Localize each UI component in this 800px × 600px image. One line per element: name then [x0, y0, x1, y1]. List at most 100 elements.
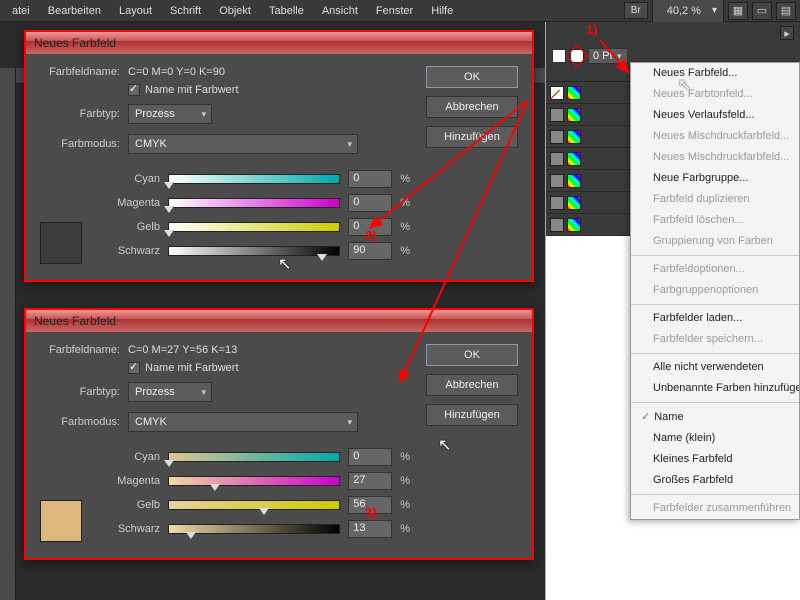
flyout-item[interactable]: Neue Farbgruppe...: [631, 168, 799, 189]
add-button[interactable]: Hinzufügen: [426, 126, 518, 148]
color-mode-label: Farbmodus:: [40, 138, 120, 150]
magenta-slider[interactable]: [168, 198, 340, 208]
flyout-item: Farbfeldoptionen...: [631, 259, 799, 280]
new-swatch-dialog-1: Neues Farbfeld Farbfeldname:C=0 M=0 Y=0 …: [24, 30, 534, 282]
color-mode-label: Farbmodus:: [40, 416, 120, 428]
flyout-item: Farbfeld löschen...: [631, 210, 799, 231]
color-mode-select[interactable]: CMYK: [128, 134, 358, 154]
swatch-row[interactable]: [546, 170, 632, 192]
menu-tabelle[interactable]: Tabelle: [261, 2, 312, 20]
flyout-item: Farbfelder zusammenführen: [631, 498, 799, 519]
panel-flyout-icon[interactable]: ▸: [780, 26, 794, 40]
cyan-slider[interactable]: [168, 174, 340, 184]
flyout-item: Gruppierung von Farben: [631, 231, 799, 252]
color-type-value: Prozess: [135, 108, 175, 120]
cyan-input[interactable]: 0: [348, 170, 392, 188]
magenta-input[interactable]: 0: [348, 194, 392, 212]
cmyk-icon: [567, 218, 581, 232]
swatch-row[interactable]: [546, 192, 632, 214]
yellow-slider[interactable]: [168, 222, 340, 232]
cmyk-icon: [567, 196, 581, 210]
name-with-value-checkbox[interactable]: Name mit Farbwert: [128, 84, 410, 96]
menu-schrift[interactable]: Schrift: [162, 2, 209, 20]
magenta-input[interactable]: 27: [348, 472, 392, 490]
stroke-weight[interactable]: 0 Pt: [588, 48, 628, 64]
menu-separator: [631, 304, 799, 305]
flyout-item[interactable]: Großes Farbfeld: [631, 470, 799, 491]
color-mode-value: CMYK: [135, 138, 167, 150]
swatch-name-value: C=0 M=0 Y=0 K=90: [128, 66, 225, 78]
flyout-item[interactable]: Unbenannte Farben hinzufügen: [631, 378, 799, 399]
menu-datei[interactable]: atei: [4, 2, 38, 20]
menu-separator: [631, 402, 799, 403]
swatch-row[interactable]: [546, 148, 632, 170]
checkbox-icon: [128, 84, 140, 96]
cancel-button[interactable]: Abbrechen: [426, 96, 518, 118]
flyout-item[interactable]: Neues Farbfeld...: [631, 63, 799, 84]
menu-hilfe[interactable]: Hilfe: [423, 2, 461, 20]
flyout-item[interactable]: Farbfelder laden...: [631, 308, 799, 329]
black-slider[interactable]: [168, 524, 340, 534]
cyan-input[interactable]: 0: [348, 448, 392, 466]
zoom-level[interactable]: 40,2 % ▾: [652, 0, 724, 23]
view-options-icon[interactable]: ▦: [728, 2, 748, 20]
flyout-item[interactable]: Alle nicht verwendeten: [631, 357, 799, 378]
swatch-row[interactable]: [546, 214, 632, 236]
flyout-item[interactable]: Name: [631, 406, 799, 428]
cyan-slider[interactable]: [168, 452, 340, 462]
flyout-item[interactable]: Neues Verlaufsfeld...: [631, 105, 799, 126]
annotation-3: 3): [365, 505, 377, 520]
black-input[interactable]: 13: [348, 520, 392, 538]
screen-mode-icon[interactable]: ▭: [752, 2, 772, 20]
menu-ansicht[interactable]: Ansicht: [314, 2, 366, 20]
bridge-button[interactable]: Br: [624, 2, 648, 19]
swatches-flyout-menu: Neues Farbfeld...Neues Farbtonfeld...Neu…: [630, 62, 800, 520]
flyout-item[interactable]: Name (klein): [631, 428, 799, 449]
color-preview: [40, 500, 82, 542]
color-type-label: Farbtyp:: [40, 386, 120, 398]
black-input[interactable]: 90: [348, 242, 392, 260]
black-slider[interactable]: [168, 246, 340, 256]
arrange-icon[interactable]: ▤: [776, 2, 796, 20]
cyan-label: Cyan: [94, 451, 160, 463]
flyout-item: Farbfelder speichern...: [631, 329, 799, 350]
menu-bearbeiten[interactable]: Bearbeiten: [40, 2, 109, 20]
annotation-1: 1): [586, 22, 598, 37]
panels-area: ▸ 0 Pt Neues Farbfeld...Neues Farbtonfel…: [545, 22, 800, 600]
swatch-row[interactable]: [546, 104, 632, 126]
pct-label: %: [400, 475, 410, 487]
menu-separator: [631, 494, 799, 495]
pct-label: %: [400, 499, 410, 511]
add-button[interactable]: Hinzufügen: [426, 404, 518, 426]
cursor-icon: ↖: [678, 75, 691, 95]
color-type-select[interactable]: Prozess: [128, 104, 212, 124]
menu-separator: [631, 255, 799, 256]
yellow-label: Gelb: [94, 499, 160, 511]
annotation-2: 2): [365, 228, 377, 243]
color-mode-select[interactable]: CMYK: [128, 412, 358, 432]
fill-proxy-icon[interactable]: [552, 49, 566, 63]
yellow-label: Gelb: [94, 221, 160, 233]
menu-objekt[interactable]: Objekt: [211, 2, 259, 20]
cancel-button[interactable]: Abbrechen: [426, 374, 518, 396]
flyout-item: Farbfeld duplizieren: [631, 189, 799, 210]
swatch-icon: [550, 218, 564, 232]
checkbox-icon: [128, 362, 140, 374]
magenta-label: Magenta: [94, 197, 160, 209]
flyout-item[interactable]: Kleines Farbfeld: [631, 449, 799, 470]
swatch-row[interactable]: [546, 126, 632, 148]
swatch-icon: [550, 152, 564, 166]
cmyk-icon: [567, 152, 581, 166]
black-label: Schwarz: [94, 245, 160, 257]
yellow-slider[interactable]: [168, 500, 340, 510]
stroke-proxy-icon[interactable]: [570, 49, 584, 63]
stroke-value: 0 Pt: [593, 50, 613, 62]
menu-layout[interactable]: Layout: [111, 2, 160, 20]
menu-fenster[interactable]: Fenster: [368, 2, 421, 20]
magenta-slider[interactable]: [168, 476, 340, 486]
color-type-select[interactable]: Prozess: [128, 382, 212, 402]
name-with-value-checkbox[interactable]: Name mit Farbwert: [128, 362, 410, 374]
ok-button[interactable]: OK: [426, 344, 518, 366]
swatch-row[interactable]: [546, 82, 632, 104]
ok-button[interactable]: OK: [426, 66, 518, 88]
